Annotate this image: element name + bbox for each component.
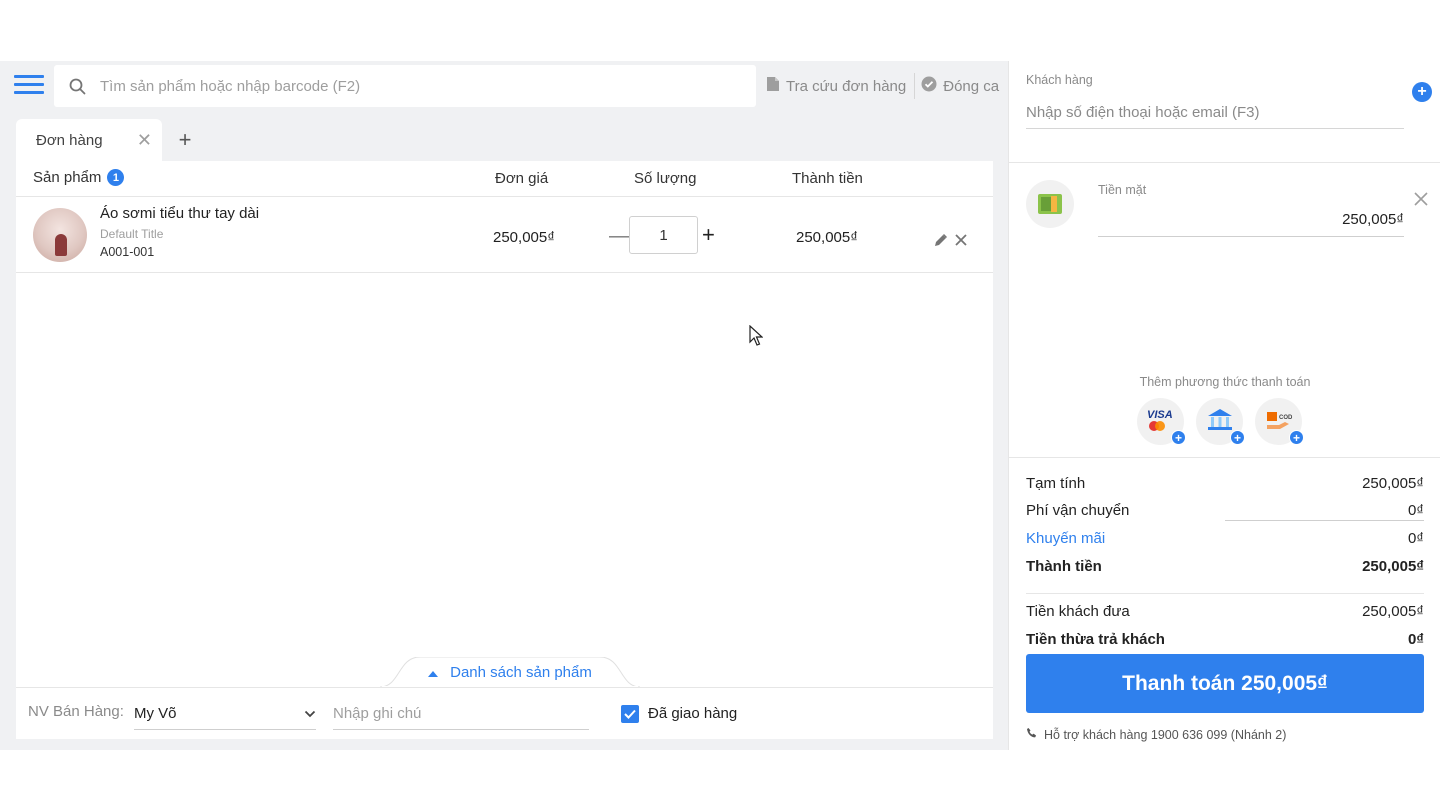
staff-label: NV Bán Hàng: [28,703,124,720]
add-customer-icon[interactable]: + [1412,82,1432,102]
svg-text:VISA: VISA [1147,409,1173,421]
document-icon [766,76,780,96]
customer-label: Khách hàng [1026,73,1093,87]
table-row: Áo sơmi tiểu thư tay dài Default Title A… [16,197,993,273]
total-value: 250,005₫ [1362,558,1424,575]
order-lookup-button[interactable]: Tra cứu đơn hàng [766,76,912,96]
col-qty: Số lượng [634,170,697,187]
support-text: Hỗ trợ khách hàng 1900 636 099 (Nhánh 2) [1044,727,1287,742]
chevron-down-icon [304,705,316,722]
delivered-checkbox[interactable] [621,705,639,723]
svg-text:COD: COD [1279,415,1293,421]
order-footer: NV Bán Hàng: My Võ Đã giao hàng [16,687,993,739]
col-total: Thành tiền [792,170,863,187]
cod-payment-button[interactable]: COD + [1255,398,1304,445]
product-thumbnail [33,208,87,262]
staff-select[interactable]: My Võ [134,698,316,730]
payment-methods: VISA + + COD + [1137,398,1304,445]
product-list-toggle: Danh sách sản phẩm [380,657,640,687]
shipping-input-underline [1225,520,1424,521]
product-name: Áo sơmi tiểu thư tay dài [100,205,260,222]
cash-label: Tiền mặt [1098,183,1147,197]
col-product: Sản phẩm 1 [33,169,125,186]
shipping-value[interactable]: 0₫ [1408,502,1424,519]
plus-icon: + [1289,430,1304,445]
product-search-bar [54,65,756,107]
close-tab-icon[interactable]: ✕ [137,131,152,149]
plus-icon: + [1230,430,1245,445]
cash-icon [1026,180,1074,228]
cash-amount-field[interactable]: 250,005₫ [1098,205,1404,237]
total-row: Thành tiền 250,005₫ [1026,558,1424,575]
discount-row: Khuyến mãi 0₫ [1026,530,1424,547]
divider [1009,457,1440,458]
paid-value: 250,005₫ [1362,603,1424,620]
product-search-input[interactable] [100,77,756,95]
change-value: 0₫ [1407,631,1424,648]
tab-order-1[interactable]: Đơn hàng ✕ [16,119,162,161]
pencil-icon[interactable] [934,233,948,250]
tab-label: Đơn hàng [36,131,103,149]
shipping-row: Phí vận chuyển 0₫ [1026,502,1424,519]
cod-icon: COD [1264,407,1294,436]
product-variant: Default Title [100,227,164,241]
product-sku: A001-001 [100,245,155,259]
order-panel: Tra cứu đơn hàng Đóng ca Đơn hàng ✕ + Sả… [0,61,1008,750]
product-list-toggle-button[interactable]: Danh sách sản phẩm [380,664,640,681]
qty-increase-icon[interactable]: + [702,222,715,248]
add-payment-methods-label: Thêm phương thức thanh toán [1139,375,1311,389]
subtotal-row: Tạm tính 250,005₫ [1026,475,1424,492]
mouse-cursor-icon [749,324,764,350]
close-shift-label: Đóng ca [943,77,1000,95]
staff-value: My Võ [134,705,177,722]
order-table: Sản phẩm 1 Đơn giá Số lượng Thành tiền Á… [16,161,993,687]
top-actions: Tra cứu đơn hàng Đóng ca [766,73,1005,99]
divider [1009,162,1440,163]
divider [914,73,916,99]
plus-icon: + [1171,430,1186,445]
qty-decrease-icon[interactable]: — [609,225,629,248]
divider [1026,593,1424,594]
pos-app: Tra cứu đơn hàng Đóng ca Đơn hàng ✕ + Sả… [0,61,1440,750]
bank-transfer-button[interactable]: + [1196,398,1245,445]
checkout-panel: Khách hàng + Tiền mặt 250,005₫ Thêm phươ… [1008,61,1440,750]
subtotal-value: 250,005₫ [1362,475,1424,492]
discount-value: 0₫ [1407,530,1424,547]
discount-link[interactable]: Khuyến mãi [1026,530,1105,547]
order-tabs: Đơn hàng ✕ + [16,119,208,161]
caret-up-icon [428,664,439,681]
support-info: Hỗ trợ khách hàng 1900 636 099 (Nhánh 2) [1026,727,1286,742]
remove-payment-icon[interactable] [1413,191,1429,210]
card-payment-button[interactable]: VISA + [1137,398,1186,445]
cash-amount: 250,005₫ [1342,211,1404,228]
hamburger-menu-icon[interactable] [14,75,44,99]
note-input[interactable] [333,698,589,730]
order-lookup-label: Tra cứu đơn hàng [786,77,907,95]
delivered-label: Đã giao hàng [648,705,738,722]
search-icon [54,78,100,95]
bank-transfer-icon [1206,407,1234,436]
checkout-button[interactable]: Thanh toán 250,005₫ [1026,654,1424,713]
paid-row: Tiền khách đưa 250,005₫ [1026,603,1424,620]
close-shift-button[interactable]: Đóng ca [921,76,1005,96]
col-price: Đơn giá [495,170,549,187]
product-price: 250,005₫ [493,229,555,246]
line-total: 250,005₫ [796,229,858,246]
product-count-badge: 1 [107,169,125,186]
quantity-input[interactable] [629,216,698,254]
product-list-label: Danh sách sản phẩm [450,664,592,681]
check-circle-icon [921,76,937,96]
phone-icon [1026,727,1038,742]
customer-input[interactable] [1026,97,1404,129]
table-header: Sản phẩm 1 Đơn giá Số lượng Thành tiền [16,161,993,197]
card-icon: VISA [1145,407,1177,436]
add-tab-icon[interactable]: + [162,119,208,161]
remove-item-icon[interactable] [954,233,968,250]
change-row: Tiền thừa trả khách 0₫ [1026,631,1424,648]
